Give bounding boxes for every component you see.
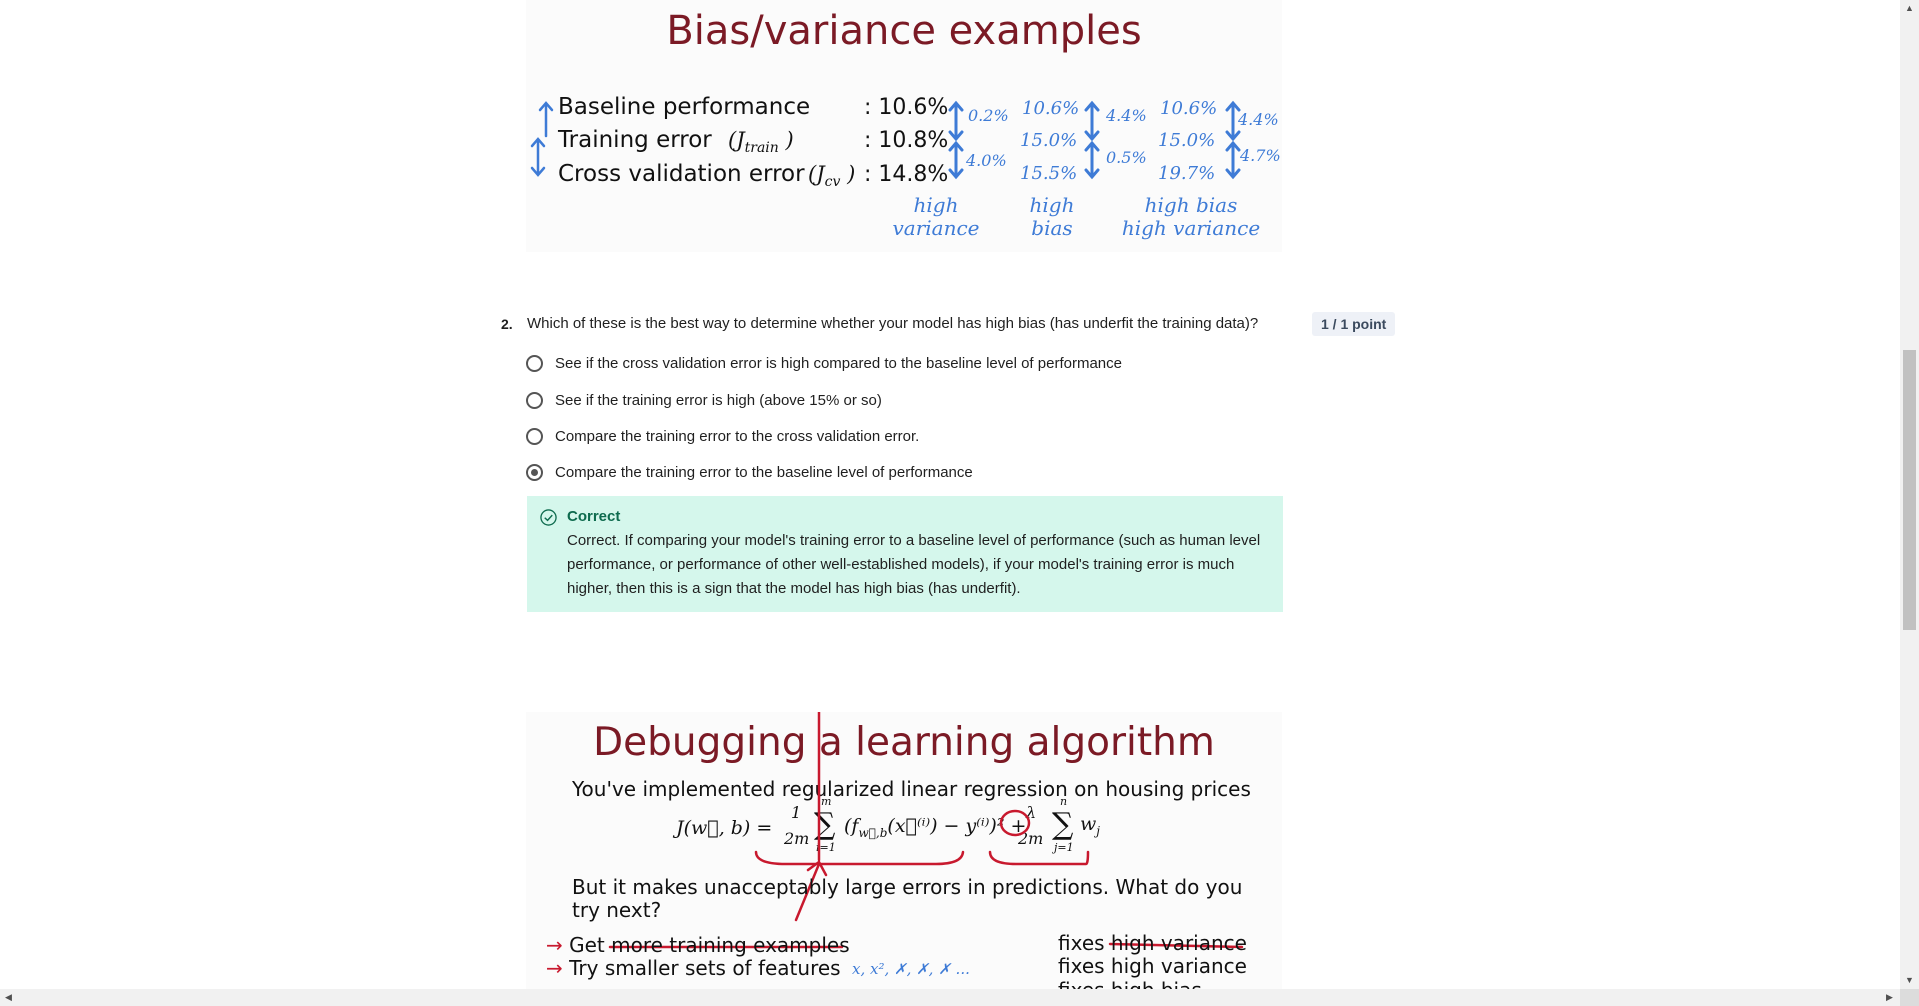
ex3-diff-bottom: 4.7%: [1240, 146, 1281, 165]
question-text: Which of these is the best way to determ…: [527, 315, 1259, 332]
feedback-text: Correct. If comparing your model's train…: [567, 532, 1261, 597]
ex3-train: 15.0%: [1158, 130, 1216, 151]
option-2[interactable]: See if the training error is high (above…: [526, 387, 882, 413]
option-1[interactable]: See if the cross validation error is hig…: [526, 350, 1122, 376]
radio-button[interactable]: [526, 354, 543, 372]
option-label[interactable]: See if the training error is high (above…: [555, 392, 882, 409]
radio-button[interactable]: [526, 391, 543, 409]
option-label[interactable]: Compare the training error to the cross …: [555, 428, 919, 445]
feedback-title: Correct: [567, 508, 621, 525]
ex2-diff-bottom: 0.5%: [1106, 148, 1147, 167]
vertical-scroll-thumb[interactable]: [1903, 350, 1916, 630]
action-row-1: → Get more training examples: [546, 933, 850, 957]
ex3-caption: high bias high variance: [1121, 193, 1261, 240]
scrollbar-corner: [1900, 989, 1919, 1006]
ex2-baseline: 10.6%: [1022, 98, 1080, 119]
feedback-panel: Correct Correct. If comparing your model…: [527, 496, 1283, 612]
radio-button-selected[interactable]: [526, 463, 543, 481]
feature-note: x, x², ✗, ✗, ✗ ...: [852, 960, 970, 978]
question-number: 2.: [501, 316, 513, 332]
ex2-train: 15.0%: [1020, 130, 1078, 151]
ex3-baseline: 10.6%: [1160, 98, 1218, 119]
option-label[interactable]: See if the cross validation error is hig…: [555, 355, 1122, 372]
ex2-diff-top: 4.4%: [1106, 106, 1147, 125]
question-line-1: But it makes unacceptably large errors i…: [572, 875, 1243, 899]
red-arrow-icon: →: [546, 956, 563, 980]
question-line-2: try next?: [572, 898, 662, 922]
ex3-diff-top: 4.4%: [1238, 110, 1279, 129]
ex2-cv: 15.5%: [1020, 163, 1078, 184]
red-arrow-icon: →: [546, 933, 563, 957]
fix-1: fixes high variance: [1058, 931, 1247, 955]
ex3-cv: 19.7%: [1158, 163, 1216, 184]
vertical-scrollbar[interactable]: ▲ ▼: [1900, 0, 1919, 989]
action-row-2: → Try smaller sets of features: [546, 956, 841, 980]
fix-2: fixes high variance: [1058, 954, 1247, 978]
scroll-right-icon[interactable]: ▶: [1886, 993, 1893, 1002]
debugging-slide: Debugging a learning algorithm You've im…: [526, 712, 1282, 994]
check-circle-icon: [540, 509, 557, 526]
points-badge: 1 / 1 point: [1312, 312, 1396, 336]
option-3[interactable]: Compare the training error to the cross …: [526, 423, 919, 449]
scroll-up-icon[interactable]: ▲: [1905, 4, 1914, 13]
option-label[interactable]: Compare the training error to the baseli…: [555, 464, 973, 481]
scroll-left-icon[interactable]: ◀: [5, 993, 12, 1002]
ex1-diff-top: 0.2%: [968, 106, 1009, 125]
horizontal-scrollbar[interactable]: ◀ ▶: [0, 989, 1900, 1006]
ex1-caption: high variance: [892, 193, 980, 240]
bias-variance-slide: Bias/variance examples Baseline performa…: [526, 0, 1282, 252]
ex2-caption: high bias: [1029, 193, 1075, 240]
ex1-diff-bottom: 4.0%: [966, 151, 1007, 170]
option-4[interactable]: Compare the training error to the baseli…: [526, 459, 973, 485]
scroll-down-icon[interactable]: ▼: [1905, 976, 1914, 985]
radio-button[interactable]: [526, 427, 543, 445]
